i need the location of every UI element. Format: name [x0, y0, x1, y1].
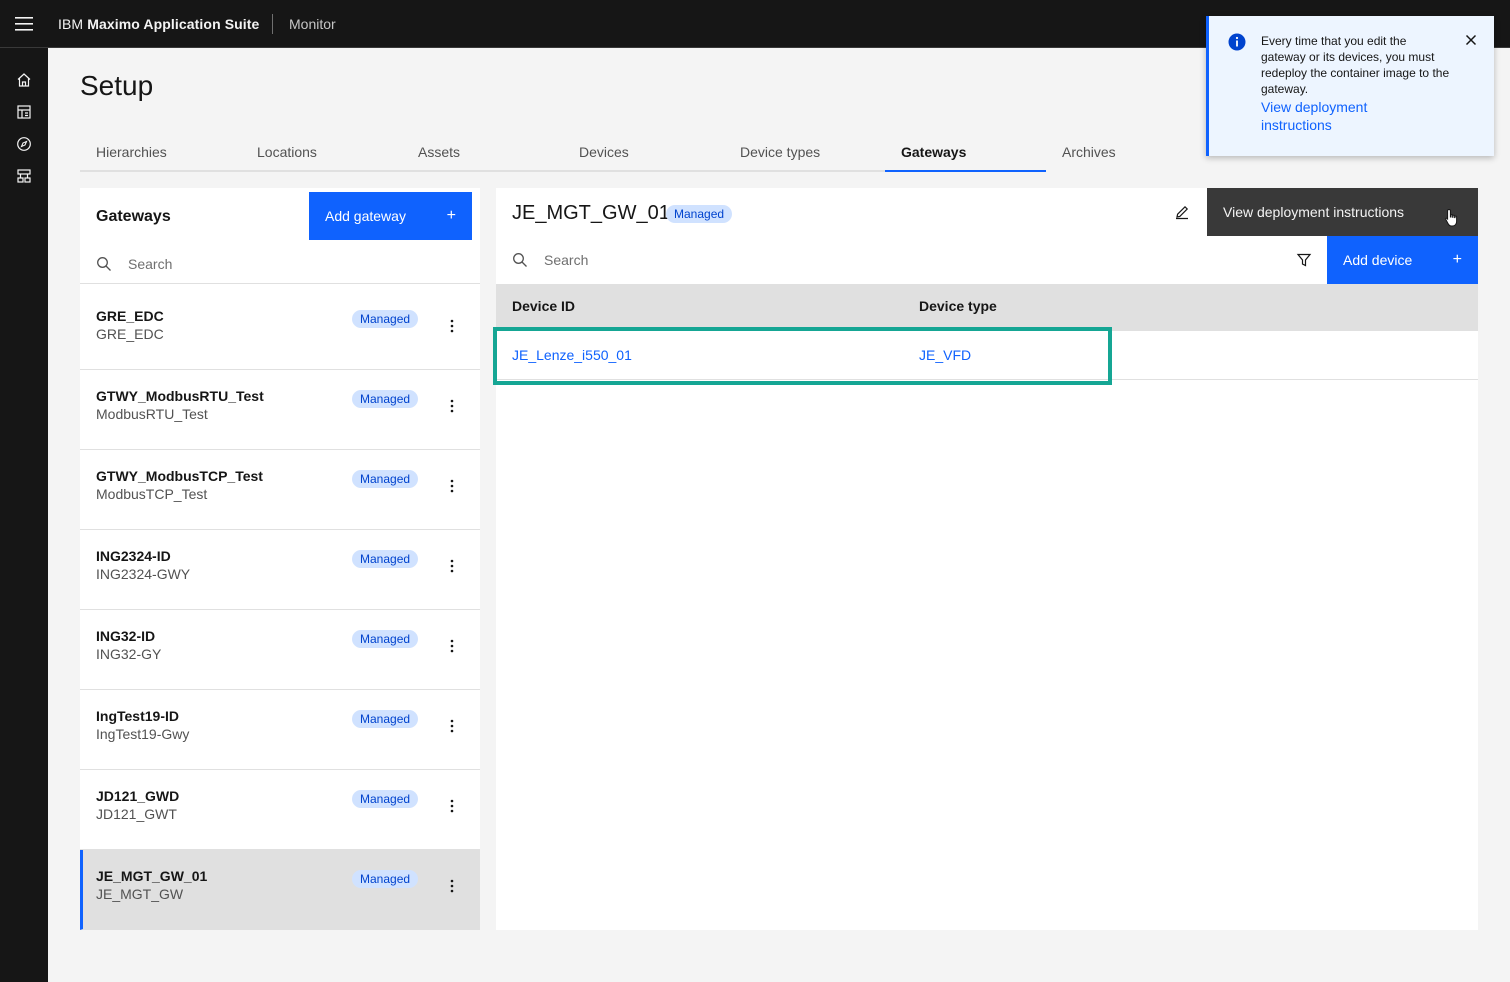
status-tag: Managed: [352, 550, 419, 568]
header-divider: [272, 14, 273, 34]
close-icon[interactable]: [1463, 32, 1479, 48]
gateway-subtitle: ING32-GY: [96, 646, 162, 662]
gateway-name: IngTest19-ID: [96, 708, 179, 724]
gateways-panel: Gateways Add gateway + GRE_EDC GRE_EDC M…: [80, 188, 480, 930]
gateway-list-item[interactable]: GTWY_ModbusRTU_Test ModbusRTU_Test Manag…: [80, 370, 480, 450]
overflow-menu-icon[interactable]: [442, 316, 462, 336]
search-icon: [97, 257, 111, 271]
gateway-list-item[interactable]: GTWY_ModbusTCP_Test ModbusTCP_Test Manag…: [80, 450, 480, 530]
hierarchy-icon[interactable]: [14, 166, 34, 186]
tab-archives[interactable]: Archives: [1046, 138, 1207, 172]
tab-assets[interactable]: Assets: [402, 138, 563, 172]
gateway-search: [80, 244, 480, 284]
overflow-menu-icon[interactable]: [442, 636, 462, 656]
plus-icon: +: [446, 207, 456, 224]
column-header-device-type[interactable]: Device type: [919, 298, 997, 314]
info-toast: Every time that you edit the gateway or …: [1206, 16, 1494, 156]
status-tag: Managed: [352, 790, 419, 808]
table-row[interactable]: JE_Lenze_i550_01 JE_VFD: [493, 327, 1478, 385]
tab-locations[interactable]: Locations: [241, 138, 402, 172]
gateway-detail-panel: JE_MGT_GW_01 Managed View deployment ins…: [493, 188, 1478, 930]
gateway-name: ING2324-ID: [96, 548, 171, 564]
devices-table-header: Device ID Device type: [496, 284, 1478, 331]
gateway-detail-title: JE_MGT_GW_01: [512, 202, 670, 224]
overflow-menu-icon[interactable]: [442, 476, 462, 496]
overflow-menu-icon[interactable]: [442, 716, 462, 736]
app-brand[interactable]: IBM Maximo Application Suite: [58, 0, 259, 48]
gateway-list-item[interactable]: ING2324-ID ING2324-GWY Managed: [80, 530, 480, 610]
gateway-name: JD121_GWD: [96, 788, 180, 804]
gateway-subtitle: ING2324-GWY: [96, 566, 191, 582]
status-tag: Managed: [352, 310, 419, 328]
device-search: [496, 236, 1327, 284]
gateway-subtitle: ModbusRTU_Test: [96, 406, 208, 422]
filter-icon[interactable]: [1296, 252, 1312, 268]
gateway-list: GRE_EDC GRE_EDC Managed GTWY_ModbusRTU_T…: [80, 290, 480, 930]
overflow-menu-icon[interactable]: [442, 396, 462, 416]
add-device-label: Add device: [1343, 252, 1413, 268]
gateway-list-item[interactable]: IngTest19-ID IngTest19-Gwy Managed: [80, 690, 480, 770]
status-tag: Managed: [352, 630, 419, 648]
dashboard-icon[interactable]: [14, 102, 34, 122]
toast-deployment-link[interactable]: View deployment instructions: [1261, 98, 1411, 134]
gateway-list-item[interactable]: ING32-ID ING32-GY Managed: [80, 610, 480, 690]
main-content: Setup Hierarchies Locations Assets Devic…: [48, 48, 1510, 982]
gateway-subtitle: ModbusTCP_Test: [96, 486, 208, 502]
gateway-list-item-selected[interactable]: JE_MGT_GW_01 JE_MGT_GW Managed: [80, 850, 480, 930]
info-icon: [1228, 33, 1246, 51]
brand-prefix: IBM: [58, 16, 84, 32]
device-type-link[interactable]: JE_VFD: [919, 347, 971, 363]
add-device-button[interactable]: Add device +: [1327, 236, 1478, 284]
setup-tabs: Hierarchies Locations Assets Devices Dev…: [80, 138, 1207, 172]
menu-icon[interactable]: [0, 0, 48, 48]
status-tag: Managed: [352, 390, 419, 408]
status-tag: Managed: [666, 205, 733, 223]
tab-devices[interactable]: Devices: [563, 138, 724, 172]
plus-icon: +: [1452, 251, 1462, 268]
tab-hierarchies[interactable]: Hierarchies: [80, 138, 241, 172]
gateway-name: GTWY_ModbusRTU_Test: [96, 388, 264, 404]
gateways-panel-title: Gateways: [96, 208, 171, 225]
overflow-menu-icon[interactable]: [442, 876, 462, 896]
gateway-subtitle: IngTest19-Gwy: [96, 726, 190, 742]
tab-gateways[interactable]: Gateways: [885, 138, 1046, 172]
status-tag: Managed: [352, 470, 419, 488]
app-name: Monitor: [289, 16, 336, 32]
device-id-link[interactable]: JE_Lenze_i550_01: [512, 347, 632, 363]
overflow-menu-icon[interactable]: [442, 796, 462, 816]
gateway-name: JE_MGT_GW_01: [96, 868, 208, 884]
brand-suite: Maximo Application Suite: [87, 16, 260, 32]
toast-message: Every time that you edit the gateway or …: [1261, 34, 1450, 96]
tab-device-types[interactable]: Device types: [724, 138, 885, 172]
column-header-device-id[interactable]: Device ID: [512, 298, 575, 314]
gateway-list-item[interactable]: GRE_EDC GRE_EDC Managed: [80, 290, 480, 370]
view-deployment-instructions-button[interactable]: View deployment instructions: [1207, 188, 1478, 236]
overflow-menu-icon[interactable]: [442, 556, 462, 576]
gateway-subtitle: JE_MGT_GW: [96, 886, 184, 902]
gateway-list-item[interactable]: JD121_GWD JD121_GWT Managed: [80, 770, 480, 850]
gateway-name: GTWY_ModbusTCP_Test: [96, 468, 263, 484]
page-title: Setup: [80, 70, 154, 101]
compass-icon[interactable]: [14, 134, 34, 154]
home-icon[interactable]: [14, 70, 34, 90]
device-search-input[interactable]: [544, 250, 1244, 270]
edit-icon[interactable]: [1174, 204, 1190, 220]
gateway-subtitle: GRE_EDC: [96, 326, 164, 342]
gateway-search-input[interactable]: [128, 254, 458, 274]
add-gateway-label: Add gateway: [325, 208, 406, 224]
side-nav-rail: [0, 48, 48, 982]
gateway-subtitle: JD121_GWT: [96, 806, 177, 822]
gateway-name: ING32-ID: [96, 628, 156, 644]
gateway-name: GRE_EDC: [96, 308, 164, 324]
add-gateway-button[interactable]: Add gateway +: [309, 192, 472, 240]
search-icon: [513, 253, 527, 267]
status-tag: Managed: [352, 870, 419, 888]
status-tag: Managed: [352, 710, 419, 728]
